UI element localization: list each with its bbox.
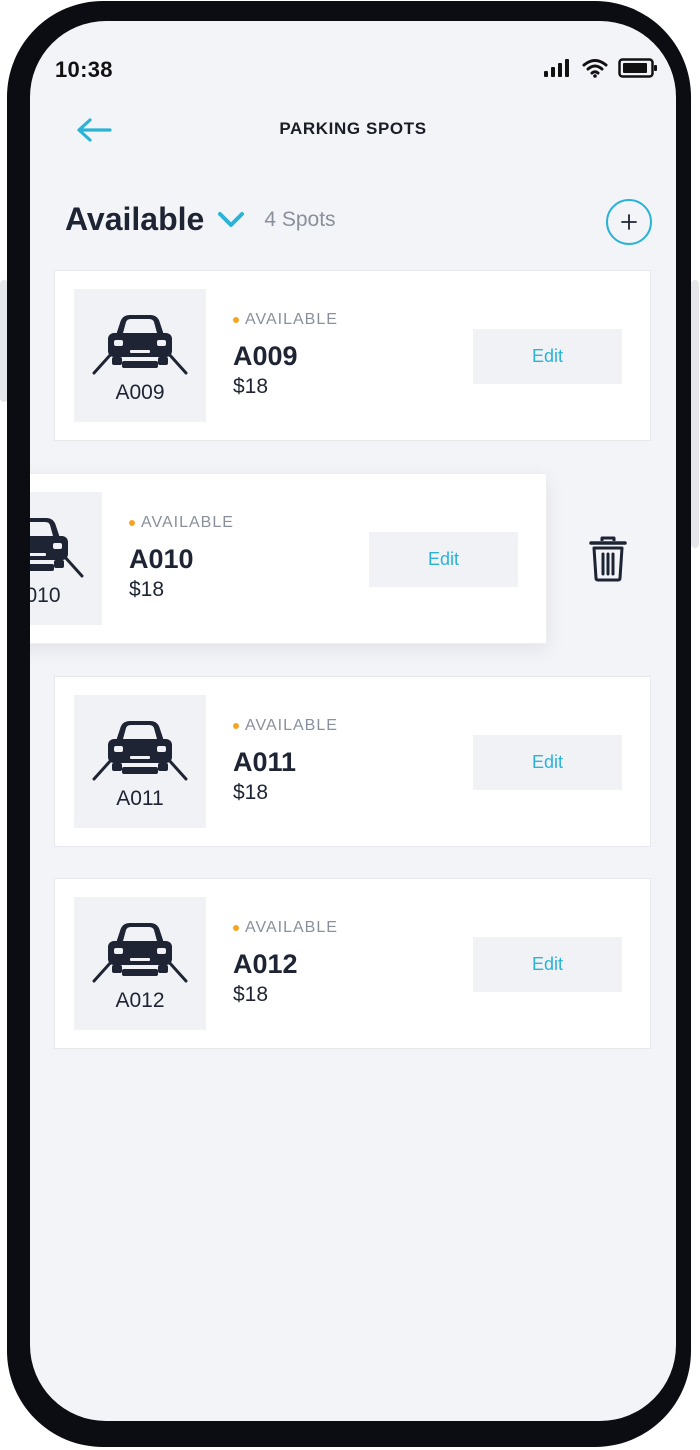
- chevron-down-icon[interactable]: [216, 210, 246, 230]
- edit-button[interactable]: Edit: [473, 937, 622, 992]
- status-dot-icon: [233, 317, 239, 323]
- edit-button[interactable]: Edit: [369, 532, 518, 587]
- spot-thumbnail: A009: [74, 289, 206, 422]
- spot-thumbnail-label: A012: [115, 989, 165, 1012]
- spot-thumbnail: A011: [74, 695, 206, 828]
- spot-price: $18: [129, 578, 165, 601]
- phone-frame: 10:38 PARKING SPOTS Available 4 Spots A0…: [7, 1, 691, 1447]
- edit-button[interactable]: Edit: [473, 735, 622, 790]
- spot-status-label: AVAILABLE: [245, 919, 338, 936]
- spot-name: A011: [233, 747, 297, 777]
- signal-icon: [544, 59, 569, 77]
- status-dot-icon: [233, 723, 239, 729]
- spot-thumbnail: A010: [30, 492, 102, 625]
- spot-price: $18: [233, 983, 269, 1006]
- trash-icon: [589, 536, 627, 582]
- wifi-icon: [582, 59, 608, 78]
- spot-status: AVAILABLE: [233, 717, 338, 735]
- spot-thumbnail-label: A009: [115, 381, 165, 404]
- car-icon: [30, 518, 84, 578]
- phone-side-button-right: [691, 280, 699, 548]
- spot-count: 4 Spots: [264, 207, 336, 231]
- car-icon: [92, 721, 188, 781]
- spot-price: $18: [233, 375, 269, 398]
- status-dot-icon: [129, 520, 135, 526]
- spot-name: A012: [233, 949, 298, 979]
- spot-status: AVAILABLE: [129, 514, 234, 532]
- delete-button[interactable]: [587, 536, 629, 582]
- plus-icon: [621, 214, 637, 230]
- spot-name: A009: [233, 341, 298, 371]
- status-icons: [544, 58, 658, 78]
- status-dot-icon: [233, 925, 239, 931]
- filter-row: Available 4 Spots: [65, 201, 336, 238]
- spot-thumbnail-label: A011: [116, 787, 164, 810]
- spot-status: AVAILABLE: [233, 919, 338, 937]
- car-icon: [92, 315, 188, 375]
- spot-status-label: AVAILABLE: [141, 514, 234, 531]
- spot-card-a009[interactable]: A009 AVAILABLE A009 $18 Edit: [54, 270, 651, 441]
- page-title: PARKING SPOTS: [279, 119, 427, 138]
- spot-card-a012[interactable]: A012 AVAILABLE A012 $18 Edit: [54, 878, 651, 1049]
- battery-icon: [618, 58, 657, 78]
- spot-thumbnail-label: A010: [30, 584, 61, 607]
- add-spot-button[interactable]: [606, 199, 652, 245]
- spot-status: AVAILABLE: [233, 311, 338, 329]
- spot-name: A010: [129, 544, 194, 574]
- app-screen: 10:38 PARKING SPOTS Available 4 Spots A0…: [30, 21, 676, 1421]
- spot-status-label: AVAILABLE: [245, 311, 338, 328]
- spot-card-a010[interactable]: A010 AVAILABLE A010 $18 Edit: [30, 473, 547, 644]
- spot-thumbnail: A012: [74, 897, 206, 1030]
- filter-dropdown-label[interactable]: Available: [65, 201, 204, 238]
- spot-status-label: AVAILABLE: [245, 717, 338, 734]
- car-icon: [92, 923, 188, 983]
- spot-card-a011[interactable]: A011 AVAILABLE A011 $18 Edit: [54, 676, 651, 847]
- edit-button[interactable]: Edit: [473, 329, 622, 384]
- spot-price: $18: [233, 781, 269, 804]
- status-time: 10:38: [55, 57, 113, 82]
